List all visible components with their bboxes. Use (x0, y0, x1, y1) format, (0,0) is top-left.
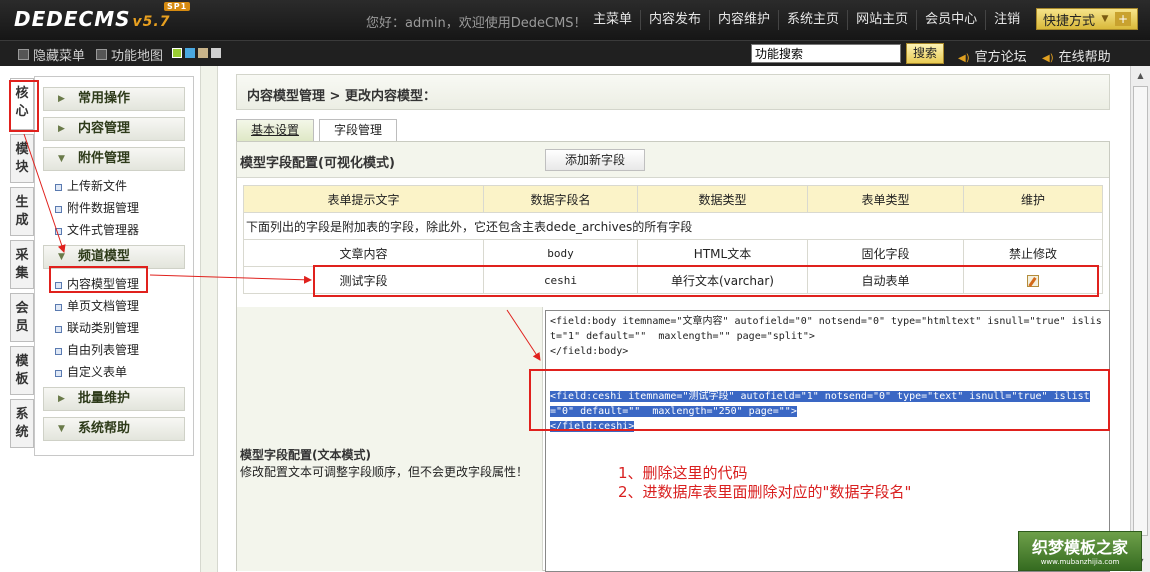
chevron-down-icon: ▼ (58, 154, 65, 164)
sidebar: 核心 模块 生成 采集 会员 模板 系统 ▶ 常用操作 ▶ 内容管理 ▼ 附件管理 上… (0, 66, 200, 572)
welcome-text: 您好：admin，欢迎使用DedeCMS！ (366, 16, 587, 31)
annotation-box-row (313, 265, 1099, 297)
col-header: 数据字段名 (483, 185, 638, 213)
skin-tan-icon[interactable] (198, 48, 208, 58)
vtab-system[interactable]: 系统 (10, 399, 34, 448)
tab-basic-settings[interactable]: 基本设置 (236, 119, 314, 141)
text-mode-title: 模型字段配置(文本模式) (240, 448, 371, 462)
function-map-button[interactable]: 功能地图 (96, 45, 163, 64)
chevron-right-icon: ▶ (58, 394, 65, 404)
vtab-generate[interactable]: 生成 (10, 187, 34, 236)
scroll-up-icon[interactable]: ▲ (1133, 68, 1148, 83)
sidebar-gutter[interactable] (200, 66, 218, 572)
instructions: 1、删除这里的代码 2、进数据库表里面删除对应的"数据字段名" (618, 464, 911, 502)
vertical-scrollbar[interactable]: ▲ ▼ (1130, 66, 1150, 572)
annotation-box-core (9, 80, 39, 132)
menu-item-linkage[interactable]: 联动类别管理 (35, 317, 193, 339)
nav-system-home[interactable]: 系统主页 (778, 10, 847, 30)
breadcrumb: 内容模型管理 > 更改内容模型： (236, 74, 1110, 110)
chevron-right-icon: ▶ (58, 94, 65, 104)
nav-member-center[interactable]: 会员中心 (916, 10, 985, 30)
add-field-button[interactable]: 添加新字段 (545, 149, 645, 171)
chevron-down-icon: ▼ (1101, 14, 1109, 24)
nav-main-menu[interactable]: 主菜单 (585, 10, 640, 30)
chevron-right-icon: ▶ (58, 124, 65, 134)
annotation-box-code (529, 369, 1110, 431)
speaker-icon: ◀) (958, 53, 970, 64)
plus-icon[interactable]: + (1115, 12, 1131, 26)
code-text: <field:body itemname="文章内容" autofield="0… (550, 316, 1102, 357)
menu-group-help[interactable]: ▼ 系统帮助 (43, 417, 185, 441)
top-nav: 主菜单 内容发布 内容维护 系统主页 网站主页 会员中心 注销 (585, 10, 1028, 30)
skin-blue-icon[interactable] (185, 48, 195, 58)
menu-group-common[interactable]: ▶ 常用操作 (43, 87, 185, 111)
menu-group-content[interactable]: ▶ 内容管理 (43, 117, 185, 141)
skin-gray-icon[interactable] (211, 48, 221, 58)
search-button[interactable]: 搜索 (906, 43, 944, 64)
chevron-down-icon: ▼ (58, 424, 65, 434)
field-panel: 模型字段配置(可视化模式) 添加新字段 表单提示文字 数据字段名 数据类型 表单… (236, 141, 1110, 572)
nav-site-home[interactable]: 网站主页 (847, 10, 916, 30)
help-link[interactable]: ◀) 在线帮助 (1042, 46, 1111, 65)
function-search-input[interactable] (751, 44, 901, 63)
chevron-down-icon: ▼ (58, 252, 65, 262)
table-header-row: 表单提示文字 数据字段名 数据类型 表单类型 维护 (243, 185, 1103, 213)
sub-bar: 隐藏菜单 功能地图 搜索 ◀)官方论坛 ◀)在线帮助 (0, 40, 1150, 66)
grid-icon (96, 49, 107, 60)
menu-item-free-list[interactable]: 自由列表管理 (35, 339, 193, 361)
nav-content-publish[interactable]: 内容发布 (640, 10, 709, 30)
instruction-1: 1、删除这里的代码 (618, 464, 748, 482)
col-header: 表单类型 (807, 185, 964, 213)
text-mode-label-area: 模型字段配置(文本模式) 修改配置文本可调整字段顺序，但不会更改字段属性！ (237, 307, 543, 571)
menu-group-batch[interactable]: ▶ 批量维护 (43, 387, 185, 411)
text-mode-desc: 修改配置文本可调整字段顺序，但不会更改字段属性！ (240, 465, 529, 479)
col-header: 维护 (963, 185, 1103, 213)
table-note-row: 下面列出的字段是附加表的字段，除此外，它还包含主表dede_archives的所… (243, 212, 1103, 240)
cell-field-name: body (483, 239, 638, 267)
hide-menu-button[interactable]: 隐藏菜单 (18, 45, 85, 64)
vtab-templates[interactable]: 模板 (10, 346, 34, 395)
speaker-icon: ◀) (1042, 53, 1054, 64)
menu-item-upload[interactable]: 上传新文件 (35, 175, 193, 197)
nav-logout[interactable]: 注销 (985, 10, 1028, 30)
col-header: 表单提示文字 (243, 185, 484, 213)
cell-maintain: 禁止修改 (963, 239, 1103, 267)
cell-data-type: HTML文本 (637, 239, 808, 267)
instruction-2: 2、进数据库表里面删除对应的"数据字段名" (618, 483, 912, 501)
col-header: 数据类型 (637, 185, 808, 213)
menu-item-attachment-data[interactable]: 附件数据管理 (35, 197, 193, 219)
menu-item-single-page[interactable]: 单页文档管理 (35, 295, 193, 317)
skin-green-icon[interactable] (172, 48, 182, 58)
menu-group-attachments[interactable]: ▼ 附件管理 (43, 147, 185, 171)
vertical-tabs: 核心 模块 生成 采集 会员 模板 系统 (10, 78, 34, 452)
scroll-thumb[interactable] (1133, 86, 1148, 536)
vtab-collect[interactable]: 采集 (10, 240, 34, 289)
menu-item-custom-form[interactable]: 自定义表单 (35, 361, 193, 383)
top-bar: DEDECMS v5.7 SP1 您好：admin，欢迎使用DedeCMS！ 主菜单… (0, 0, 1150, 40)
vtab-members[interactable]: 会员 (10, 293, 34, 342)
forum-link[interactable]: ◀) 官方论坛 (958, 46, 1027, 65)
annotation-box-model-menu (49, 266, 148, 293)
logo: DEDECMS v5.7 SP1 (14, 2, 191, 31)
vtab-modules[interactable]: 模块 (10, 134, 34, 183)
table-note: 下面列出的字段是附加表的字段，除此外，它还包含主表dede_archives的所… (243, 212, 1103, 240)
nav-content-maintain[interactable]: 内容维护 (709, 10, 778, 30)
menu-item-file-manager[interactable]: 文件式管理器 (35, 219, 193, 241)
section-title: 模型字段配置(可视化模式) (240, 156, 395, 171)
quick-menu-button[interactable]: 快捷方式 ▼ + (1036, 8, 1138, 30)
watermark-logo: 织梦模板之家 www.mubanzhijia.com (1018, 531, 1142, 571)
cell-form-type: 固化字段 (807, 239, 964, 267)
cell-label: 文章内容 (243, 239, 484, 267)
tab-field-management[interactable]: 字段管理 (319, 119, 397, 141)
menu-icon (18, 49, 29, 60)
panel-header: 模型字段配置(可视化模式) 添加新字段 (237, 142, 1109, 178)
table-row: 文章内容 body HTML文本 固化字段 禁止修改 (243, 239, 1103, 267)
